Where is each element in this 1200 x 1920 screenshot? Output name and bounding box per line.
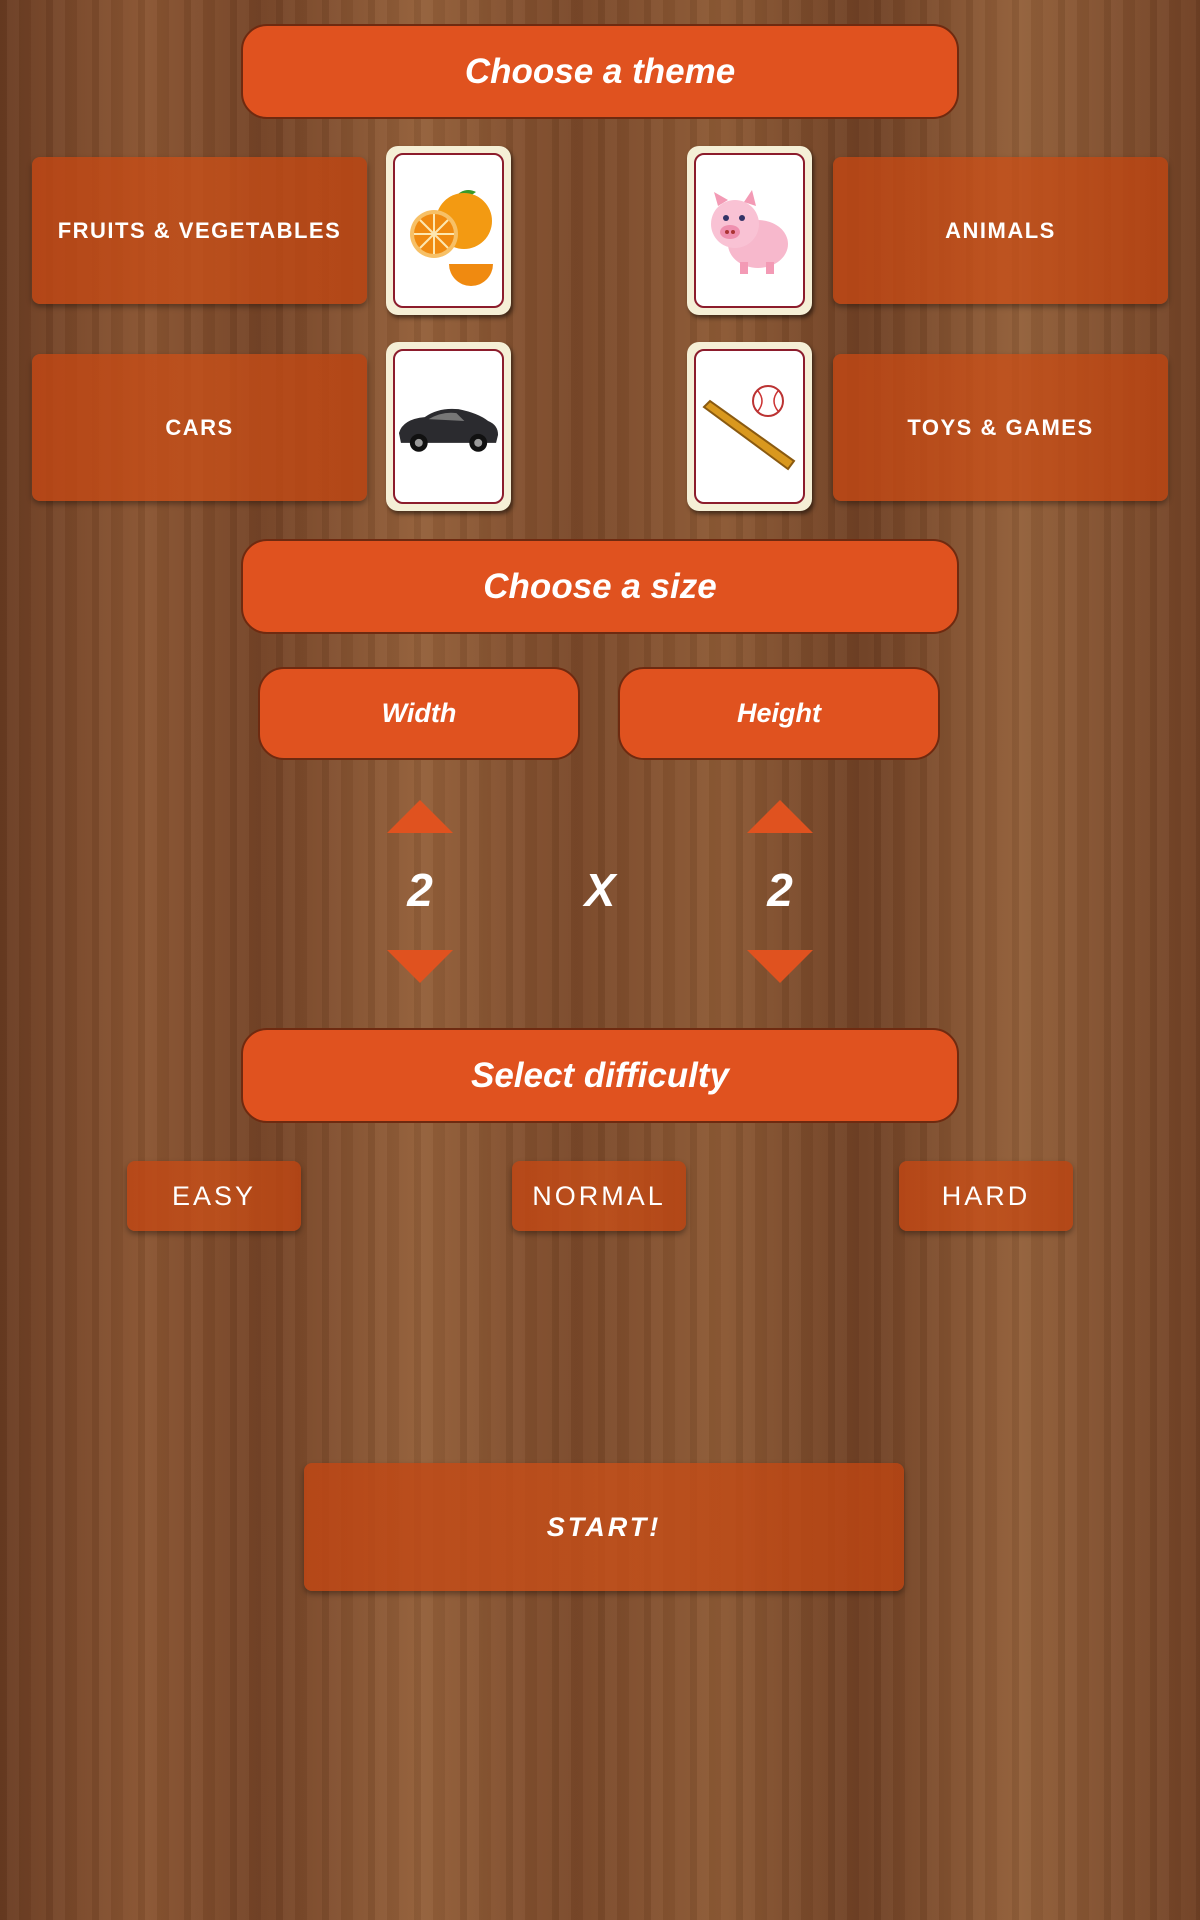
- theme-cars-card[interactable]: [386, 342, 511, 511]
- height-increase-arrow-icon[interactable]: [747, 800, 813, 833]
- difficulty-header: Select difficulty: [241, 1028, 959, 1123]
- orange-icon: [409, 189, 493, 286]
- theme-toys-button[interactable]: TOYS & GAMES: [833, 354, 1168, 501]
- theme-animals-card[interactable]: [687, 146, 812, 315]
- theme-toys-card[interactable]: [687, 342, 812, 511]
- start-button[interactable]: START!: [304, 1463, 904, 1591]
- theme-header: Choose a theme: [241, 24, 959, 119]
- theme-cars-button[interactable]: CARS: [32, 354, 367, 501]
- size-header: Choose a size: [241, 539, 959, 634]
- theme-animals-button[interactable]: ANIMALS: [833, 157, 1168, 304]
- difficulty-easy-button[interactable]: EASY: [127, 1161, 301, 1231]
- size-separator: X: [584, 864, 616, 916]
- height-value: 2: [767, 864, 793, 916]
- baseball-bat-icon: [701, 384, 795, 470]
- width-increase-arrow-icon[interactable]: [387, 800, 453, 833]
- difficulty-hard-button[interactable]: HARD: [899, 1161, 1073, 1231]
- theme-fruits-card[interactable]: [386, 146, 511, 315]
- car-icon: [398, 408, 499, 452]
- height-label: Height: [618, 667, 940, 760]
- width-value: 2: [407, 864, 433, 916]
- height-decrease-arrow-icon[interactable]: [747, 950, 813, 983]
- width-label: Width: [258, 667, 580, 760]
- theme-fruits-button[interactable]: FRUITS & VEGETABLES: [32, 157, 367, 304]
- pig-icon: [710, 189, 788, 274]
- difficulty-normal-button[interactable]: NORMAL: [512, 1161, 686, 1231]
- width-decrease-arrow-icon[interactable]: [387, 950, 453, 983]
